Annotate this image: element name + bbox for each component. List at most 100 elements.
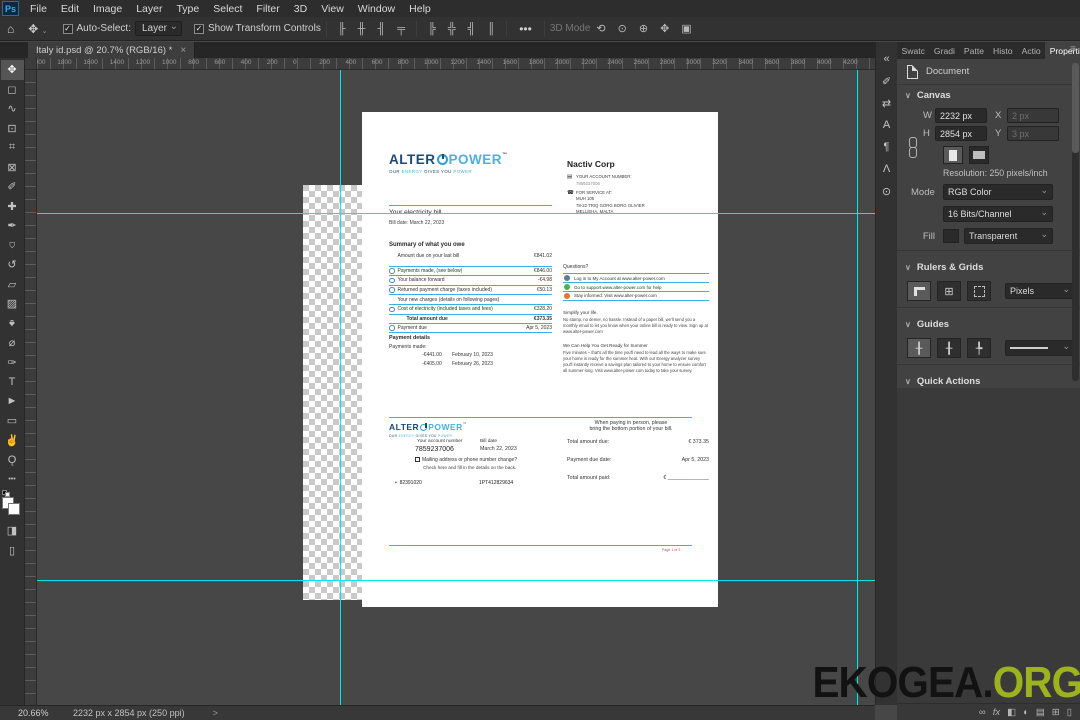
dodge-tool[interactable]: ⌀: [1, 333, 24, 353]
landscape-orientation-button[interactable]: [969, 146, 989, 164]
auto-select-target-dropdown[interactable]: Layer: [135, 21, 183, 36]
more-options-icon[interactable]: •••: [512, 22, 539, 36]
horizontal-ruler[interactable]: 2000 1800 1600 1400 1200 1000 800 600 400 200 0 200…: [25, 58, 875, 70]
toggle-rulers-button[interactable]: [907, 281, 931, 301]
guide-horizontal-1[interactable]: [37, 213, 875, 214]
guide-vertical-2[interactable]: [857, 70, 858, 705]
transparent-canvas-region[interactable]: [303, 185, 362, 600]
rulers-grids-section-header[interactable]: ∨ Rulers & Grids: [897, 257, 1080, 277]
collapse-panels-icon[interactable]: «: [877, 48, 897, 70]
hand-tool[interactable]: ✌: [1, 431, 24, 451]
character-panel-icon[interactable]: A: [877, 114, 897, 136]
quick-mask-button[interactable]: ◨: [1, 521, 24, 541]
menu-edit[interactable]: Edit: [54, 3, 86, 15]
3d-slide-icon[interactable]: ✥: [654, 22, 675, 35]
vertical-ruler[interactable]: [25, 70, 37, 705]
toggle-grid-button[interactable]: ⊞: [937, 281, 961, 301]
path-selection-tool[interactable]: ►: [1, 392, 24, 412]
menu-help[interactable]: Help: [402, 3, 438, 15]
properties-scrollbar[interactable]: [1072, 63, 1079, 381]
tab-actio[interactable]: Actio: [1017, 42, 1045, 59]
healing-brush-tool[interactable]: ✚: [1, 197, 24, 217]
guides-section-header[interactable]: ∨ Guides: [897, 314, 1080, 334]
new-layer-icon[interactable]: ⊞: [1052, 707, 1060, 718]
quick-actions-section-header[interactable]: ∨ Quick Actions: [897, 371, 1080, 388]
auto-select-checkbox[interactable]: ✓: [62, 23, 73, 34]
tab-patte[interactable]: Patte: [959, 42, 988, 59]
background-color-swatch[interactable]: [8, 503, 20, 515]
gradient-tool[interactable]: ▨: [1, 294, 24, 314]
clear-guides-button[interactable]: ╄: [967, 338, 991, 358]
toggle-pixel-grid-button[interactable]: [967, 281, 991, 301]
panel-menu-icon[interactable]: ≡: [1070, 44, 1076, 55]
guide-style-dropdown[interactable]: [1005, 340, 1075, 356]
menu-select[interactable]: Select: [206, 3, 249, 15]
document-tab[interactable]: Italy id.psd @ 20.7% (RGB/16) * ×: [28, 42, 196, 58]
type-tool[interactable]: T: [1, 372, 24, 392]
document-page[interactable]: ALTER POWER™ OUR ENERGY GIVES YOU POWER N…: [362, 112, 718, 607]
status-chevron-icon[interactable]: >: [213, 708, 218, 718]
crop-tool[interactable]: ⌗: [1, 138, 24, 158]
align-left-edges-icon[interactable]: ╟: [332, 23, 352, 35]
clone-stamp-tool[interactable]: ⌂: [1, 236, 24, 256]
tool-presets-panel-icon[interactable]: ⇄: [877, 92, 897, 114]
rectangle-tool[interactable]: ▭: [1, 411, 24, 431]
3d-rotate-icon[interactable]: ⟲: [590, 22, 611, 35]
lasso-tool[interactable]: ∿: [1, 99, 24, 119]
home-icon[interactable]: ⌂: [0, 22, 21, 36]
menu-file[interactable]: File: [23, 3, 54, 15]
menu-filter[interactable]: Filter: [249, 3, 286, 15]
distribute-left-icon[interactable]: ╠: [422, 23, 442, 35]
pen-tool[interactable]: ✑: [1, 353, 24, 373]
object-selection-tool[interactable]: ⊡: [1, 119, 24, 139]
glyphs-panel-icon[interactable]: Λ: [877, 158, 897, 180]
3d-drag-icon[interactable]: ⊕: [633, 22, 654, 35]
color-swatches[interactable]: [2, 490, 22, 515]
menu-view[interactable]: View: [314, 3, 351, 15]
canvas-section-header[interactable]: ∨ Canvas: [897, 85, 1080, 105]
layer-mask-icon[interactable]: ◧: [1007, 707, 1016, 718]
ruler-corner[interactable]: [25, 58, 37, 70]
units-dropdown[interactable]: Pixels: [1005, 283, 1075, 299]
frame-tool[interactable]: ⊠: [1, 158, 24, 178]
height-field[interactable]: 2854 px: [935, 126, 987, 141]
link-dimensions-icon[interactable]: [909, 137, 917, 159]
tab-histo[interactable]: Histo: [989, 42, 1018, 59]
move-tool[interactable]: ✥: [0, 60, 24, 80]
adjustment-layer-icon[interactable]: ◐: [1023, 707, 1029, 718]
menu-image[interactable]: Image: [86, 3, 129, 15]
width-field[interactable]: 2232 px: [935, 108, 987, 123]
tab-gradi[interactable]: Gradi: [929, 42, 959, 59]
3d-scale-icon[interactable]: ▣: [675, 22, 697, 35]
lock-guides-button[interactable]: ╂̦: [937, 338, 961, 358]
zoom-level-field[interactable]: 20.66%: [18, 708, 73, 718]
move-tool-icon[interactable]: ✥ ⌄: [21, 22, 54, 36]
guide-vertical-1[interactable]: [340, 70, 341, 705]
distribute-center-icon[interactable]: ╬: [442, 23, 462, 35]
canvas-area[interactable]: ALTER POWER™ OUR ENERGY GIVES YOU POWER N…: [37, 70, 875, 705]
blur-tool[interactable]: ♠: [1, 314, 24, 334]
align-horizontal-centers-icon[interactable]: ╫: [352, 23, 372, 35]
link-layers-icon[interactable]: ∞: [979, 707, 986, 718]
menu-window[interactable]: Window: [351, 3, 402, 15]
fill-dropdown[interactable]: Transparent: [964, 228, 1053, 244]
zoom-tool[interactable]: Ǫ: [1, 450, 24, 470]
menu-layer[interactable]: Layer: [129, 3, 169, 15]
paragraph-panel-icon[interactable]: ¶: [877, 136, 897, 158]
layer-group-icon[interactable]: ▤: [1036, 707, 1045, 718]
3d-roll-icon[interactable]: ⊙: [612, 22, 633, 35]
distribute-vertical-icon[interactable]: ║: [481, 23, 501, 35]
fill-swatch[interactable]: [943, 229, 959, 243]
brush-settings-panel-icon[interactable]: ✐: [877, 70, 897, 92]
libraries-panel-icon[interactable]: ⊙: [877, 180, 897, 202]
close-tab-icon[interactable]: ×: [180, 45, 186, 56]
bit-depth-dropdown[interactable]: 16 Bits/Channel: [943, 206, 1053, 222]
marquee-tool[interactable]: ◻: [1, 80, 24, 100]
portrait-orientation-button[interactable]: [943, 146, 963, 164]
show-transform-checkbox[interactable]: ✓: [194, 23, 205, 34]
more-tools[interactable]: •••: [1, 470, 24, 490]
color-mode-dropdown[interactable]: RGB Color: [943, 184, 1053, 200]
distribute-right-icon[interactable]: ╣: [462, 23, 482, 35]
align-right-edges-icon[interactable]: ╢: [371, 23, 391, 35]
menu-3d[interactable]: 3D: [287, 3, 314, 15]
